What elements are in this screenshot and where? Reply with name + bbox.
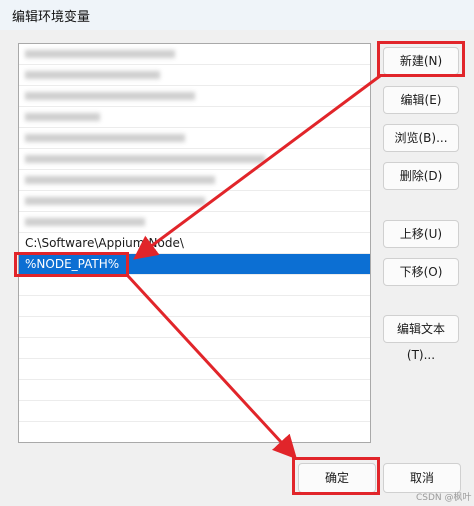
blurred-list-item[interactable] xyxy=(19,191,370,212)
blurred-list-item[interactable] xyxy=(19,86,370,107)
list-item-text: C:\Software\Appium\Node\ xyxy=(25,236,184,250)
blurred-list-item[interactable] xyxy=(19,65,370,86)
env-path-list[interactable]: C:\Software\Appium\Node\ %NODE_PATH% xyxy=(18,43,371,443)
delete-button[interactable]: 删除(D) xyxy=(383,162,459,190)
blurred-list-item[interactable] xyxy=(19,212,370,233)
empty-row[interactable] xyxy=(19,338,370,359)
list-item-selected[interactable]: %NODE_PATH% xyxy=(19,254,370,275)
empty-row[interactable] xyxy=(19,359,370,380)
blurred-list-item[interactable] xyxy=(19,128,370,149)
empty-row[interactable] xyxy=(19,275,370,296)
list-item-text: %NODE_PATH% xyxy=(25,257,120,271)
new-button[interactable]: 新建(N) xyxy=(383,47,459,75)
empty-row[interactable] xyxy=(19,296,370,317)
title-bar: 编辑环境变量 xyxy=(0,0,474,30)
blurred-list-item[interactable] xyxy=(19,107,370,128)
edit-text-button[interactable]: 编辑文本(T)... xyxy=(383,315,459,362)
edit-button[interactable]: 编辑(E) xyxy=(383,86,459,114)
cancel-button[interactable]: 取消 xyxy=(383,463,461,493)
browse-button[interactable]: 浏览(B)... xyxy=(383,124,459,152)
empty-row[interactable] xyxy=(19,422,370,442)
ok-button[interactable]: 确定 xyxy=(298,463,376,493)
watermark: CSDN @枫叶 xyxy=(416,493,472,503)
empty-row[interactable] xyxy=(19,317,370,338)
move-down-button[interactable]: 下移(O) xyxy=(383,258,459,286)
blurred-list-item[interactable] xyxy=(19,149,370,170)
list-item[interactable]: C:\Software\Appium\Node\ xyxy=(19,233,370,254)
blurred-list-item[interactable] xyxy=(19,170,370,191)
blurred-list-item[interactable] xyxy=(19,44,370,65)
window-title: 编辑环境变量 xyxy=(12,10,91,25)
empty-row[interactable] xyxy=(19,380,370,401)
empty-row[interactable] xyxy=(19,401,370,422)
move-up-button[interactable]: 上移(U) xyxy=(383,220,459,248)
